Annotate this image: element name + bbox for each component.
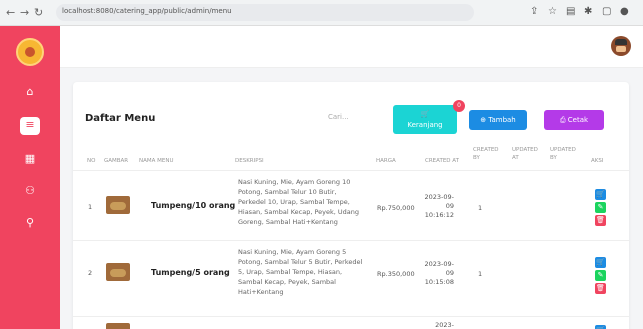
app-logo	[16, 38, 44, 66]
col-updated-at: UPDATED AT	[512, 147, 538, 161]
menu-image	[106, 196, 130, 214]
menu-price: Rp.350,000	[377, 270, 415, 278]
share-icon[interactable]: ⇪	[530, 6, 538, 17]
row-cart-button[interactable]: 🛒	[595, 325, 606, 329]
table-row: 1 Tumpeng/10 orang Nasi Kuning, Mie, Aya…	[73, 170, 629, 240]
users-icon[interactable]: ⚇	[22, 183, 38, 199]
print-button[interactable]: ⎙ Cetak	[544, 110, 604, 130]
page-title: Daftar Menu	[85, 113, 156, 124]
menu-list-icon[interactable]: ≡	[20, 117, 40, 135]
col-updated-by: UPDATED BY	[550, 147, 576, 161]
sidebar: ⌂ ≡ ▦ ⚇ ⚲	[0, 26, 60, 329]
back-icon[interactable]: ←	[6, 6, 15, 19]
row-edit-button[interactable]: ✎	[595, 202, 606, 213]
avatar[interactable]	[611, 36, 631, 56]
profile-icon[interactable]: ⚲	[22, 215, 38, 231]
row-cart-button[interactable]: 🛒	[595, 189, 606, 200]
star-icon[interactable]: ☆	[548, 6, 557, 17]
col-created-by: CREATED BY	[473, 147, 499, 161]
menu-name: Tumpeng/10 orang	[151, 201, 236, 210]
table-row: 2 Tumpeng/5 orang Nasi Kuning, Mie, Ayam…	[73, 240, 629, 316]
window-icon[interactable]: ▢	[602, 6, 611, 17]
address-bar[interactable]: localhost:8080/catering_app/public/admin…	[56, 4, 474, 21]
cart-count-badge: 0	[453, 100, 465, 112]
main-content: Daftar Menu Cari... 🛒 Keranjang 0 ⊕ Tamb…	[60, 68, 643, 329]
orders-icon[interactable]: ▦	[22, 151, 38, 167]
add-label: Tambah	[488, 116, 516, 124]
table-row: 2023- 🛒	[73, 316, 629, 329]
menu-card: Daftar Menu Cari... 🛒 Keranjang 0 ⊕ Tamb…	[73, 82, 629, 329]
url-text: localhost:8080/catering_app/public/admin…	[62, 7, 232, 15]
top-header	[60, 26, 643, 68]
cart-label: Keranjang	[407, 121, 443, 129]
created-by: 1	[478, 270, 483, 278]
menu-description: Nasi Kuning, Mie, Ayam Goreng 5 Potong, …	[238, 248, 363, 296]
menu-image	[106, 323, 130, 329]
created-at: 2023-09-09 10:15:08	[424, 260, 454, 286]
col-aksi: AKSI	[591, 158, 604, 164]
reload-icon[interactable]: ↻	[34, 6, 43, 19]
menu-name: Tumpeng/5 orang	[151, 268, 230, 277]
row-delete-button[interactable]: 🗑	[595, 283, 606, 294]
search-input[interactable]: Cari...	[328, 113, 349, 121]
col-deskripsi: DESKRIPSI	[235, 158, 264, 164]
menu-image	[106, 263, 130, 281]
col-no: NO	[87, 158, 96, 164]
row-no: 1	[88, 203, 93, 211]
menu-description: Nasi Kuning, Mie, Ayam Goreng 10 Potong,…	[238, 178, 360, 226]
col-nama-menu: NAMA MENU	[139, 158, 174, 164]
printer-icon: ⎙	[559, 116, 568, 124]
menu-price: Rp.750,000	[377, 204, 415, 212]
created-by: 1	[478, 204, 483, 212]
print-label: Cetak	[567, 116, 589, 124]
row-cart-button[interactable]: 🛒	[595, 257, 606, 268]
add-button[interactable]: ⊕ Tambah	[469, 110, 527, 130]
cart-icon: 🛒	[420, 110, 430, 118]
col-gambar: GAMBAR	[104, 158, 129, 164]
row-edit-button[interactable]: ✎	[595, 270, 606, 281]
row-delete-button[interactable]: 🗑	[595, 215, 606, 226]
browser-toolbar: ← → ↻ localhost:8080/catering_app/public…	[0, 0, 643, 26]
forward-icon[interactable]: →	[20, 6, 29, 19]
created-at: 2023-	[435, 321, 454, 329]
extension-icon[interactable]: ▤	[566, 6, 575, 17]
profile-icon[interactable]: ●	[620, 6, 629, 17]
row-no: 2	[88, 269, 93, 277]
created-at: 2023-09-09 10:16:12	[424, 193, 454, 219]
col-created-at: CREATED AT	[425, 158, 459, 164]
cart-button[interactable]: 🛒 Keranjang	[393, 105, 457, 134]
puzzle-icon[interactable]: ✱	[584, 6, 592, 17]
col-harga: HARGA	[376, 158, 396, 164]
home-icon[interactable]: ⌂	[22, 84, 38, 100]
